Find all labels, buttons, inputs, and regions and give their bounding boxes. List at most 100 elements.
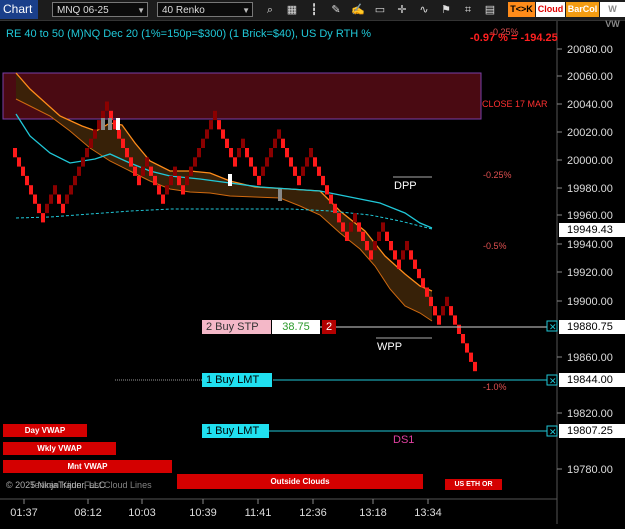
down-brick xyxy=(13,148,17,158)
buy-stop-order[interactable]: 2 Buy STP xyxy=(202,320,271,334)
up-brick xyxy=(261,166,265,176)
up-brick xyxy=(213,110,217,121)
calendar-icon[interactable]: ▦ xyxy=(284,2,300,18)
signal-brick xyxy=(116,118,120,130)
chart-description: RE 40 to 50 (M)NQ Dec 20 (1%=150p=$300) … xyxy=(6,28,372,40)
down-brick xyxy=(449,306,453,316)
close-order-icon[interactable]: ✕ xyxy=(546,374,558,386)
buy-limit-order-1[interactable]: 1 Buy LMT xyxy=(202,373,272,387)
down-brick xyxy=(217,120,221,130)
toolbar-button-wvw[interactable]: W VW xyxy=(600,2,625,29)
y-tick-label: 20040.00 xyxy=(567,99,613,111)
up-brick xyxy=(45,203,49,214)
indicators-icon[interactable]: ∿ xyxy=(416,2,432,18)
down-brick xyxy=(429,296,433,307)
close-zone[interactable] xyxy=(2,72,482,120)
down-brick xyxy=(345,231,349,241)
outside-clouds-button[interactable]: Outside Clouds xyxy=(177,474,423,489)
down-brick xyxy=(333,203,337,214)
signal-brick xyxy=(108,118,112,130)
bar-type-value: 40 Renko xyxy=(162,5,205,16)
up-brick xyxy=(165,185,169,195)
down-brick xyxy=(17,157,21,167)
up-brick xyxy=(241,138,245,148)
x-axis[interactable]: 01:37 08:12 10:03 10:39 11:41 12:36 13:18 13:34 xyxy=(10,499,442,519)
down-brick xyxy=(229,148,233,158)
chart-panel[interactable]: CLOSE 17 MAR -0.25% -0.5% -1.0% DPP WPP … xyxy=(0,21,625,524)
up-brick xyxy=(189,166,193,176)
mnt-vwap-button[interactable]: Mnt VWAP xyxy=(3,460,172,473)
down-brick xyxy=(61,203,65,214)
indicator-legend-text: Tenkan Kijun Fast Cloud Lines xyxy=(30,480,152,490)
buy-stop-qty[interactable]: 2 xyxy=(322,320,336,334)
up-brick xyxy=(373,241,377,251)
day-vwap-button[interactable]: Day VWAP xyxy=(3,424,87,437)
lock-icon[interactable]: ⌗ xyxy=(460,2,476,18)
down-brick xyxy=(37,203,41,214)
buy-limit-order-2[interactable]: 1 Buy LMT xyxy=(202,424,269,438)
up-brick xyxy=(197,148,201,158)
down-brick xyxy=(153,175,157,186)
up-brick xyxy=(349,222,353,232)
down-brick xyxy=(297,175,301,186)
up-brick xyxy=(173,166,177,176)
up-brick xyxy=(445,296,449,307)
instrument-selector[interactable]: MNQ 06-25 ▼ xyxy=(52,2,148,17)
us-eth-or-button[interactable]: US ETH OR xyxy=(445,479,502,490)
buy-limit-1-axis-price: 19844.00 xyxy=(559,373,625,387)
buy-stop-price[interactable]: 38.75 xyxy=(272,320,320,334)
up-brick xyxy=(201,138,205,148)
strategy-icon[interactable]: ⚑ xyxy=(438,2,454,18)
down-brick xyxy=(149,166,153,176)
svg-text:✕: ✕ xyxy=(549,322,557,332)
y-tick-label: 19900.00 xyxy=(567,296,613,308)
pct-label-10: -1.0% xyxy=(483,382,507,392)
drawing-icon[interactable]: ✍ xyxy=(350,2,366,18)
chevron-down-icon: ▼ xyxy=(242,6,250,15)
toolbar-button-barcol[interactable]: BarCol xyxy=(566,2,599,17)
window-title: Chart xyxy=(0,0,38,19)
chevron-down-icon: ▼ xyxy=(137,6,145,15)
toolbar-button-tk[interactable]: T<>K xyxy=(508,2,535,17)
up-brick xyxy=(441,306,445,316)
close-order-icon[interactable]: ✕ xyxy=(546,425,558,437)
crosshair-icon[interactable]: ✛ xyxy=(394,2,410,18)
down-brick xyxy=(365,241,369,251)
down-brick xyxy=(469,352,473,362)
down-brick xyxy=(161,194,165,204)
bar-type-selector[interactable]: 40 Renko ▼ xyxy=(157,2,253,17)
up-brick xyxy=(97,120,101,130)
down-brick xyxy=(25,175,29,186)
y-tick-label: 19960.00 xyxy=(567,210,613,222)
x-tick-label: 12:36 xyxy=(299,507,327,519)
up-brick xyxy=(105,101,109,111)
close-order-icon[interactable]: ✕ xyxy=(546,320,558,332)
up-brick xyxy=(73,175,77,186)
order-label: 1 Buy LMT xyxy=(206,425,260,437)
zoom-icon[interactable]: ▭ xyxy=(372,2,388,18)
toolbar-button-cloud[interactable]: Cloud xyxy=(536,2,565,17)
up-brick xyxy=(185,175,189,186)
signal-brick xyxy=(278,189,282,201)
y-axis[interactable]: 20080.00 20060.00 20040.00 20020.00 20000.00… xyxy=(557,44,613,476)
wkly-vwap-button[interactable]: Wkly VWAP xyxy=(3,442,116,455)
bar-style-icon[interactable]: ┇ xyxy=(306,2,322,18)
down-brick xyxy=(457,324,461,334)
instrument-value: MNQ 06-25 xyxy=(57,5,109,16)
x-tick-label: 13:34 xyxy=(414,507,442,519)
down-brick xyxy=(21,166,25,176)
down-brick xyxy=(33,194,37,204)
up-brick xyxy=(53,185,57,195)
svg-text:✕: ✕ xyxy=(549,376,557,386)
x-tick-label: 10:03 xyxy=(128,507,156,519)
layout-icon[interactable]: ▤ xyxy=(482,2,498,18)
properties-icon[interactable]: ✎ xyxy=(328,2,344,18)
buy-limit-2-axis-price: 19807.25 xyxy=(559,424,625,438)
up-brick xyxy=(277,129,281,139)
up-brick xyxy=(49,194,53,204)
y-tick-label: 19940.00 xyxy=(567,239,613,251)
down-brick xyxy=(257,175,261,186)
down-brick xyxy=(321,175,325,186)
y-tick-label: 19820.00 xyxy=(567,408,613,420)
search-icon[interactable]: ⌕ xyxy=(262,2,278,18)
